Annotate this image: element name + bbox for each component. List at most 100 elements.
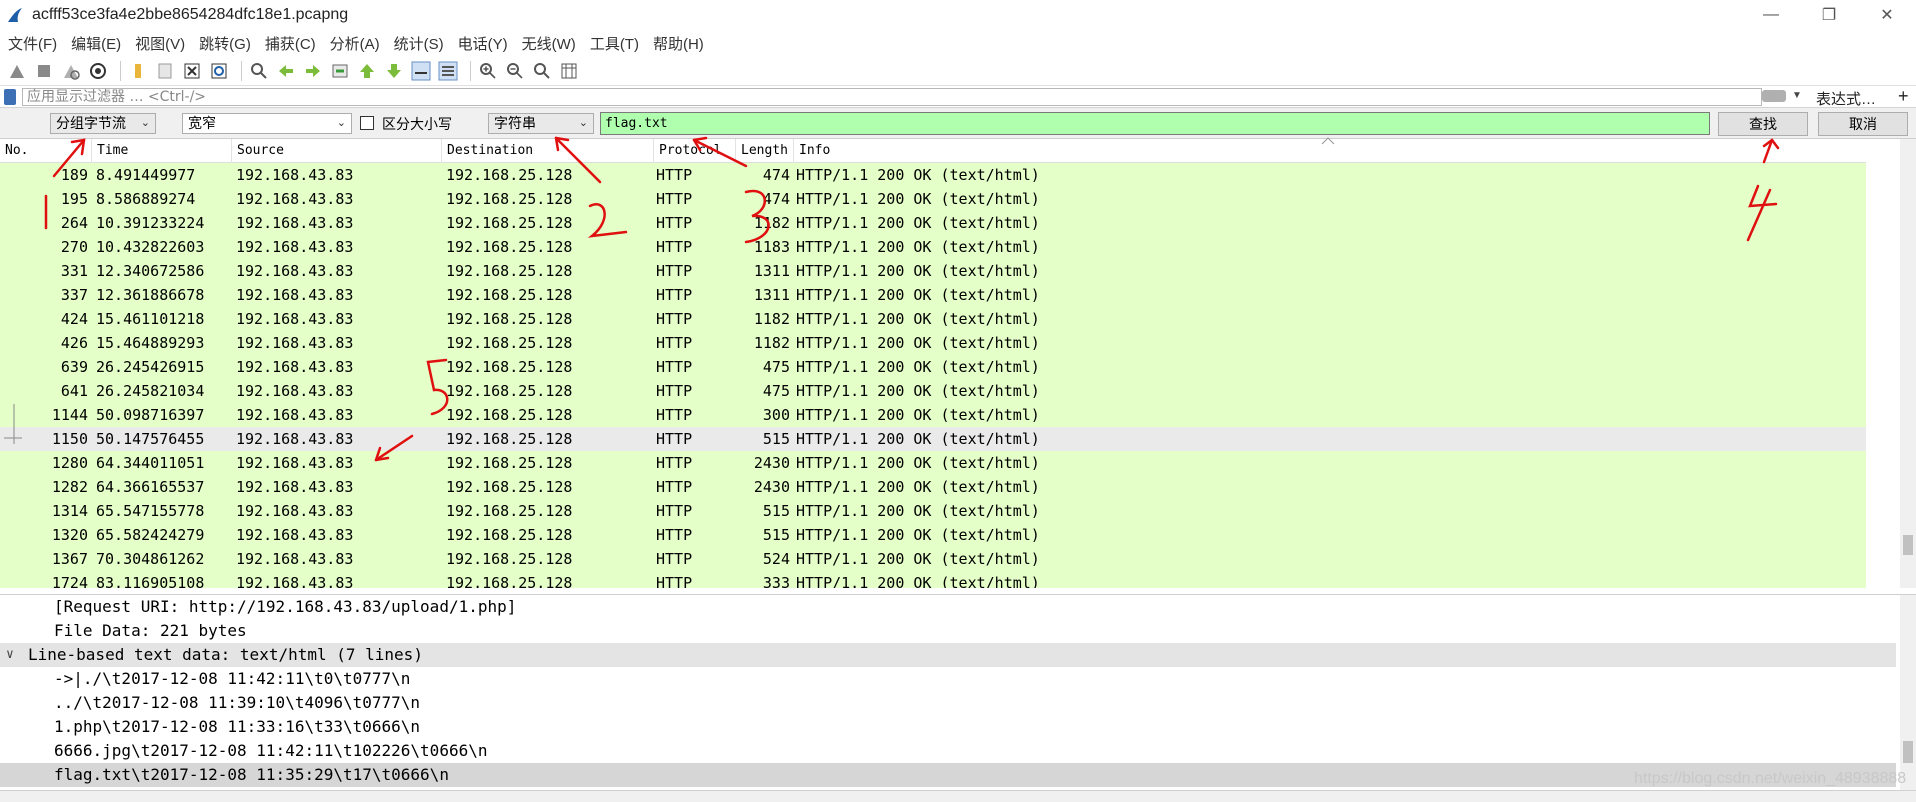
detail-text: flag.txt\t2017-12-08 11:35:29\t17\t0666\…	[54, 765, 449, 784]
table-row[interactable]: 639 26.245426915 192.168.43.83 192.168.25.1…	[0, 355, 1866, 379]
scrollbar-thumb[interactable]	[1903, 741, 1913, 763]
table-row[interactable]: 1144 50.098716397 192.168.43.83 192.168.25.…	[0, 403, 1866, 427]
column-no[interactable]: No.	[0, 139, 92, 163]
expression-button[interactable]: 表达式…	[1816, 88, 1876, 109]
table-row[interactable]: 1367 70.304861262 192.168.43.83 192.168.25.…	[0, 547, 1866, 571]
table-row[interactable]: 424 15.461101218 192.168.43.83 192.168.25.1…	[0, 307, 1866, 331]
table-row[interactable]: 331 12.340672586 192.168.43.83 192.168.25.1…	[0, 259, 1866, 283]
menu-go[interactable]: 跳转(G)	[199, 33, 251, 54]
detail-tree-item[interactable]: ∨ Line-based text data: text/html (7 line…	[0, 643, 1896, 667]
table-row[interactable]: 1282 64.366165537 192.168.43.83 192.168.25.…	[0, 475, 1866, 499]
table-row[interactable]: 270 10.432822603 192.168.43.83 192.168.25.1…	[0, 235, 1866, 259]
resize-columns-icon[interactable]	[558, 60, 580, 82]
save-file-icon[interactable]	[154, 60, 176, 82]
detail-tree-item[interactable]: 1.php\t2017-12-08 11:33:16\t33\t0666\n	[0, 715, 1896, 739]
minimize-button[interactable]: —	[1742, 0, 1800, 30]
cancel-button[interactable]: 取消	[1818, 112, 1908, 136]
add-filter-button[interactable]: +	[1898, 86, 1909, 107]
detail-tree-item[interactable]: ->|./\t2017-12-08 11:42:11\t0\t0777\n	[0, 667, 1896, 691]
display-filter-input[interactable]: 应用显示过滤器 … <Ctrl-/>	[22, 88, 1762, 106]
search-in-select[interactable]: 分组字节流 ⌄	[50, 113, 156, 134]
table-row[interactable]: 264 10.391233224 192.168.43.83 192.168.25.1…	[0, 211, 1866, 235]
column-info[interactable]: Info	[794, 139, 1866, 163]
cell-proto: HTTP	[656, 238, 693, 256]
close-file-icon[interactable]	[181, 60, 203, 82]
menu-telephony[interactable]: 电话(Y)	[458, 33, 508, 54]
menu-view[interactable]: 视图(V)	[135, 33, 185, 54]
cell-info: HTTP/1.1 200 OK (text/html)	[796, 238, 1040, 256]
table-row[interactable]: 641 26.245821034 192.168.43.83 192.168.25.1…	[0, 379, 1866, 403]
column-length[interactable]: Length	[736, 139, 794, 163]
open-file-icon[interactable]	[127, 60, 149, 82]
zoom-in-icon[interactable]	[477, 60, 499, 82]
cell-time: 12.361886678	[96, 286, 205, 304]
bookmark-icon[interactable]	[4, 88, 16, 105]
table-row[interactable]: 426 15.464889293 192.168.43.83 192.168.25.1…	[0, 331, 1866, 355]
details-scrollbar[interactable]	[1900, 595, 1916, 790]
title-bar: acfff53ce3fa4e2bbe8654284dfc18e1.pcapng …	[0, 0, 1916, 30]
table-row[interactable]: 1320 65.582424279 192.168.43.83 192.168.25.…	[0, 523, 1866, 547]
menu-help[interactable]: 帮助(H)	[653, 33, 704, 54]
table-row[interactable]: 1314 65.547155778 192.168.43.83 192.168.25.…	[0, 499, 1866, 523]
cell-time: 10.391233224	[96, 214, 205, 232]
restart-capture-icon[interactable]	[60, 60, 82, 82]
table-row[interactable]: 189 8.491449977 192.168.43.83 192.168.25.12…	[0, 163, 1866, 187]
restore-button[interactable]: ❐	[1800, 0, 1858, 30]
go-to-packet-icon[interactable]	[329, 60, 351, 82]
search-input[interactable]: flag.txt	[600, 112, 1710, 135]
colorize-icon[interactable]	[437, 60, 459, 82]
table-row[interactable]: 337 12.361886678 192.168.43.83 192.168.25.1…	[0, 283, 1866, 307]
menu-capture[interactable]: 捕获(C)	[265, 33, 316, 54]
table-row[interactable]: 1150 50.147576455 192.168.43.83 192.168.25.…	[0, 427, 1866, 451]
menu-tools[interactable]: 工具(T)	[590, 33, 639, 54]
menu-edit[interactable]: 编辑(E)	[71, 33, 121, 54]
menu-file[interactable]: 文件(F)	[8, 33, 57, 54]
cell-info: HTTP/1.1 200 OK (text/html)	[796, 430, 1040, 448]
case-sensitive-checkbox[interactable]	[360, 116, 374, 130]
zoom-out-icon[interactable]	[504, 60, 526, 82]
column-time[interactable]: Time	[92, 139, 232, 163]
detail-text: File Data: 221 bytes	[54, 621, 247, 640]
go-forward-icon[interactable]	[302, 60, 324, 82]
detail-tree-item[interactable]: 6666.jpg\t2017-12-08 11:42:11\t102226\t0…	[0, 739, 1896, 763]
chevron-down-icon[interactable]: ▼	[1792, 90, 1802, 101]
search-type-select[interactable]: 字符串 ⌄	[488, 113, 594, 134]
go-back-icon[interactable]	[275, 60, 297, 82]
toolbar-separator	[241, 60, 242, 81]
table-row[interactable]: 1280 64.344011051 192.168.43.83 192.168.25.…	[0, 451, 1866, 475]
first-packet-icon[interactable]	[356, 60, 378, 82]
cell-proto: HTTP	[656, 166, 693, 184]
cell-len: 474	[762, 166, 790, 184]
table-row[interactable]: 195 8.586889274 192.168.43.83 192.168.25.12…	[0, 187, 1866, 211]
expand-toggle-icon[interactable]: ∨	[6, 643, 14, 667]
apply-filter-icon[interactable]	[1762, 90, 1786, 102]
cell-len: 474	[762, 190, 790, 208]
packet-list-scrollbar[interactable]	[1900, 139, 1916, 588]
cell-dst: 192.168.25.128	[446, 190, 573, 208]
detail-tree-item[interactable]: File Data: 221 bytes	[0, 619, 1896, 643]
detail-tree-item[interactable]: flag.txt\t2017-12-08 11:35:29\t17\t0666\…	[0, 763, 1896, 787]
scrollbar-thumb[interactable]	[1903, 535, 1913, 555]
normal-size-icon[interactable]	[531, 60, 553, 82]
column-protocol[interactable]: Protocol	[654, 139, 736, 163]
column-source[interactable]: Source	[232, 139, 442, 163]
last-packet-icon[interactable]	[383, 60, 405, 82]
table-row[interactable]: 1724 83.116905108 192.168.43.83 192.168.25.…	[0, 571, 1866, 588]
close-button[interactable]: ✕	[1858, 0, 1916, 30]
menu-wireless[interactable]: 无线(W)	[522, 33, 576, 54]
char-width-select[interactable]: 宽窄 ⌄	[182, 113, 352, 134]
detail-tree-item[interactable]: [Request URI: http://192.168.43.83/uploa…	[0, 595, 1896, 619]
start-capture-icon[interactable]	[6, 60, 28, 82]
column-destination[interactable]: Destination	[442, 139, 654, 163]
cell-info: HTTP/1.1 200 OK (text/html)	[796, 382, 1040, 400]
menu-statistics[interactable]: 统计(S)	[394, 33, 444, 54]
cell-src: 192.168.43.83	[236, 526, 354, 544]
menu-analyze[interactable]: 分析(A)	[330, 33, 380, 54]
reload-icon[interactable]	[208, 60, 230, 82]
find-packet-icon[interactable]	[248, 60, 270, 82]
capture-options-icon[interactable]	[87, 60, 109, 82]
detail-tree-item[interactable]: ../\t2017-12-08 11:39:10\t4096\t0777\n	[0, 691, 1896, 715]
auto-scroll-icon[interactable]	[410, 60, 432, 82]
find-button[interactable]: 查找	[1718, 112, 1808, 136]
stop-capture-icon[interactable]	[33, 60, 55, 82]
